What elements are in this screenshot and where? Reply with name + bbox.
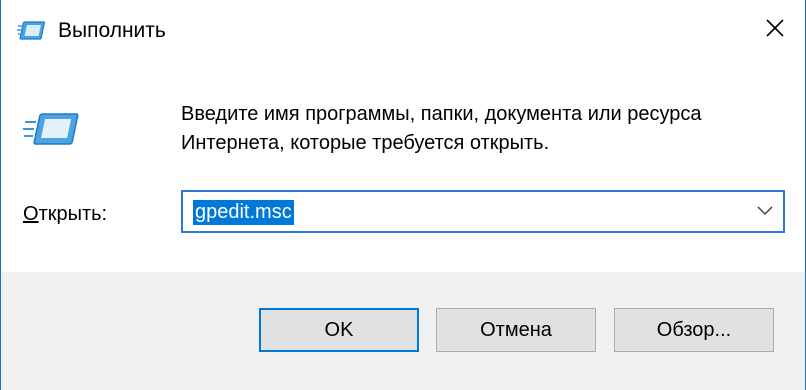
instruction-text: Введите имя программы, папки, документа … — [181, 100, 791, 158]
dropdown-button[interactable] — [753, 201, 777, 223]
cancel-button[interactable]: Отмена — [436, 308, 596, 352]
instruction-line-2: Интернета, которые требуется открыть. — [181, 132, 550, 154]
open-label-text: ткрыть: — [38, 203, 108, 225]
run-dialog: Выполнить Введите имя программы, папки, … — [0, 0, 806, 390]
title-bar[interactable]: Выполнить — [1, 0, 805, 60]
ok-button[interactable]: OK — [259, 308, 419, 352]
run-dialog-icon — [17, 20, 47, 42]
browse-button[interactable]: Обзор... — [614, 308, 774, 352]
open-combobox[interactable]: gpedit.msc — [181, 190, 785, 233]
chevron-down-icon — [757, 203, 773, 221]
button-bar: OK Отмена Обзор... — [1, 272, 805, 390]
dialog-content: Введите имя программы, папки, документа … — [1, 60, 805, 272]
open-input[interactable]: gpedit.msc — [193, 200, 294, 225]
instruction-line-1: Введите имя программы, папки, документа … — [181, 103, 702, 125]
close-icon — [765, 18, 785, 43]
window-title: Выполнить — [58, 19, 166, 42]
open-label-accelerator: О — [23, 203, 39, 225]
open-label: Открыть: — [23, 201, 107, 227]
run-dialog-icon — [21, 110, 81, 150]
close-button[interactable] — [745, 0, 805, 60]
